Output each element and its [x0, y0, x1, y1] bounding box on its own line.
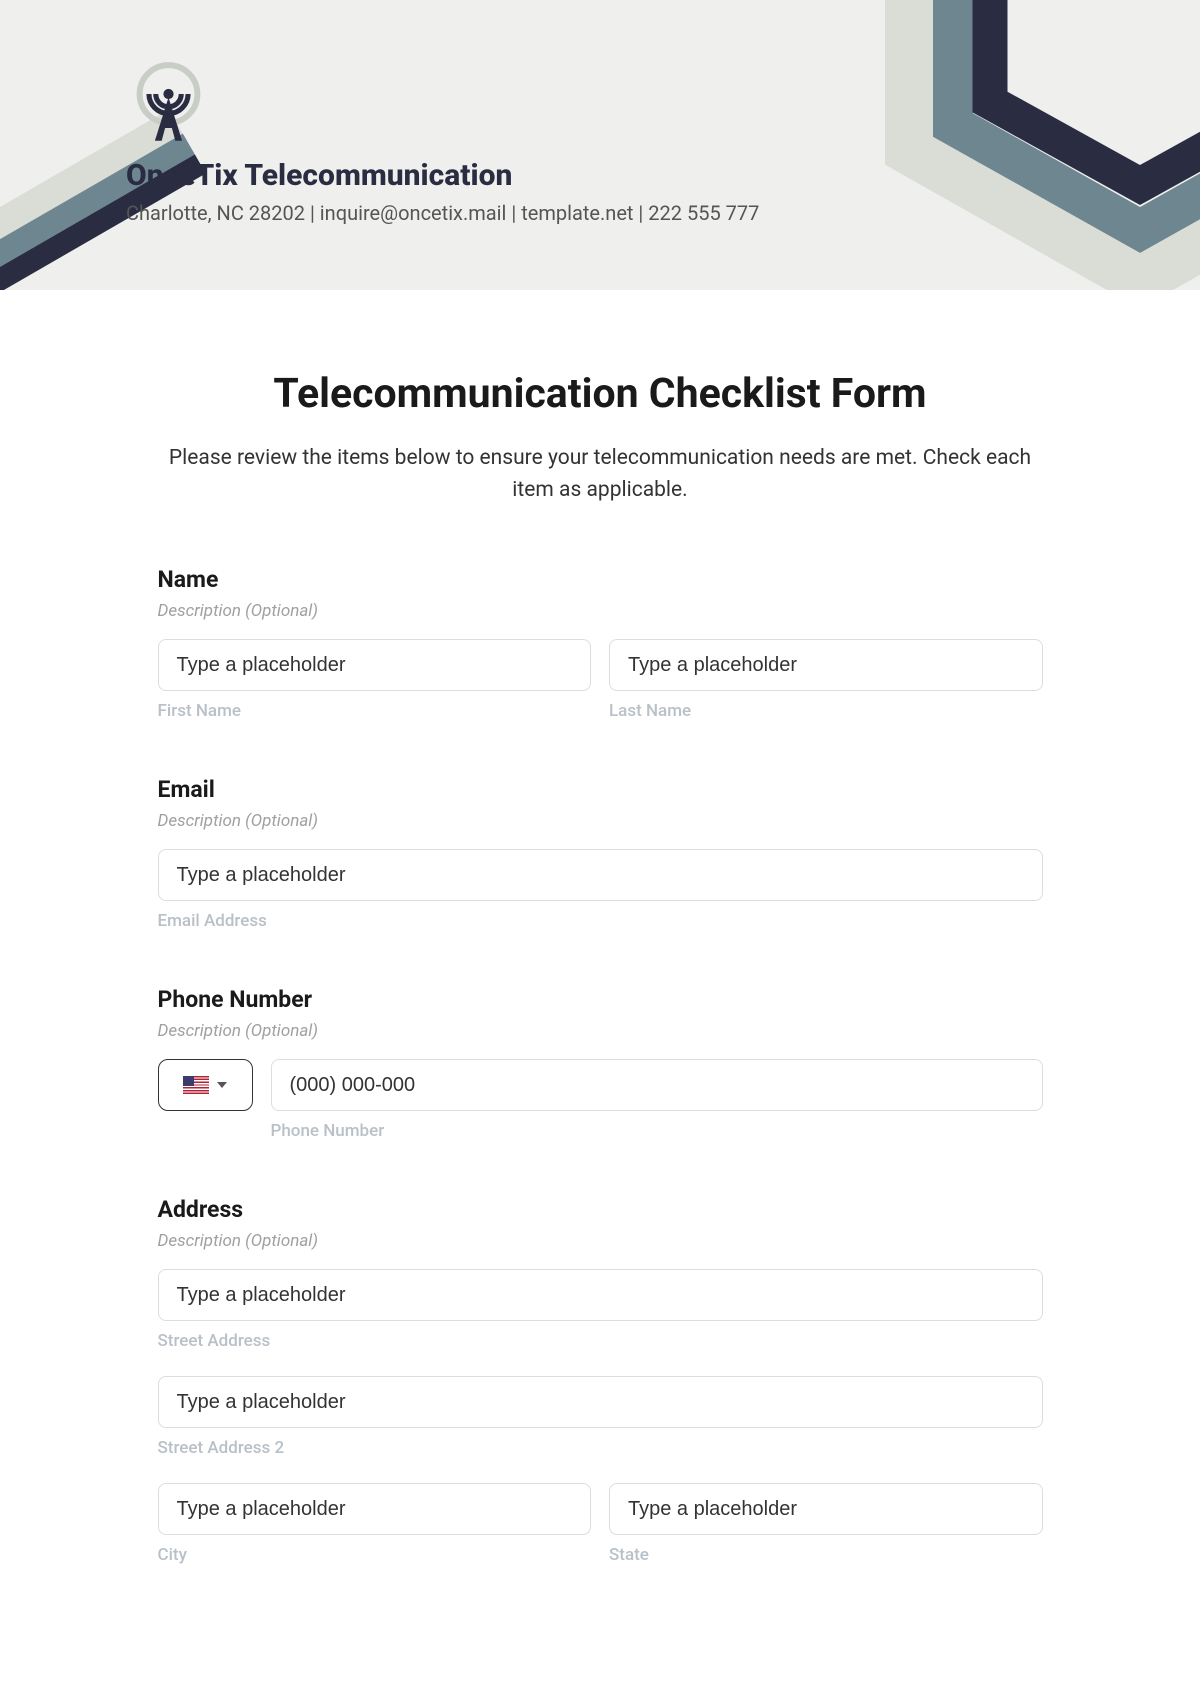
company-name: OnceTix Telecommunication: [126, 158, 759, 193]
email-sublabel: Email Address: [158, 911, 1043, 931]
street-address-2-sublabel: Street Address 2: [158, 1438, 1043, 1458]
email-description: Description (Optional): [158, 811, 1043, 831]
email-field-group: Email Description (Optional) Email Addre…: [158, 776, 1043, 931]
city-sublabel: City: [158, 1545, 592, 1565]
name-label: Name: [158, 566, 1043, 593]
company-contact-info: Charlotte, NC 28202 | inquire@oncetix.ma…: [126, 201, 759, 225]
phone-label: Phone Number: [158, 986, 1043, 1013]
decorative-hexagon: [840, 0, 1200, 290]
last-name-input[interactable]: [609, 639, 1043, 691]
us-flag-icon: [183, 1076, 209, 1094]
address-description: Description (Optional): [158, 1231, 1043, 1251]
city-input[interactable]: [158, 1483, 592, 1535]
country-code-select[interactable]: [158, 1059, 253, 1111]
last-name-sublabel: Last Name: [609, 701, 1043, 721]
phone-field-group: Phone Number Description (Optional) Phon…: [158, 986, 1043, 1141]
email-label: Email: [158, 776, 1043, 803]
form-container: Telecommunication Checklist Form Please …: [138, 370, 1063, 1565]
street-address-2-input[interactable]: [158, 1376, 1043, 1428]
form-title: Telecommunication Checklist Form: [158, 370, 1043, 418]
phone-description: Description (Optional): [158, 1021, 1043, 1041]
address-field-group: Address Description (Optional) Street Ad…: [158, 1196, 1043, 1565]
phone-input[interactable]: [271, 1059, 1043, 1111]
email-input[interactable]: [158, 849, 1043, 901]
company-logo-icon: [126, 60, 211, 145]
state-input[interactable]: [609, 1483, 1043, 1535]
phone-sublabel: Phone Number: [271, 1121, 1043, 1141]
chevron-down-icon: [217, 1082, 227, 1088]
name-description: Description (Optional): [158, 601, 1043, 621]
street-address-sublabel: Street Address: [158, 1331, 1043, 1351]
first-name-input[interactable]: [158, 639, 592, 691]
state-sublabel: State: [609, 1545, 1043, 1565]
name-field-group: Name Description (Optional) First Name L…: [158, 566, 1043, 721]
first-name-sublabel: First Name: [158, 701, 592, 721]
street-address-input[interactable]: [158, 1269, 1043, 1321]
header-banner: OnceTix Telecommunication Charlotte, NC …: [0, 0, 1200, 290]
form-subtitle: Please review the items below to ensure …: [158, 443, 1043, 506]
address-label: Address: [158, 1196, 1043, 1223]
